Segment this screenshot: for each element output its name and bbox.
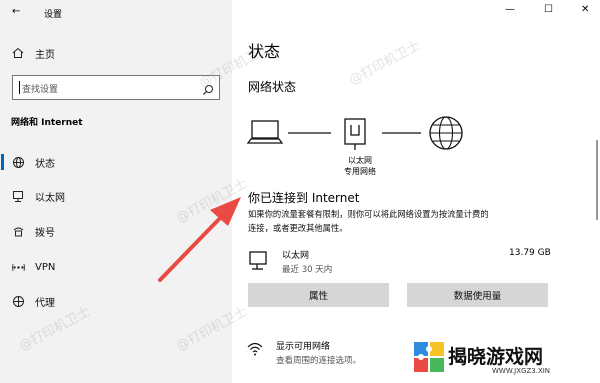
- site-brand: 揭晓游戏网: [448, 346, 544, 368]
- annotation-arrow: [158, 197, 241, 282]
- site-url: WWW.JXGZ3.XIN: [492, 367, 551, 375]
- site-logo: [412, 340, 446, 378]
- puzzle-logo-icon: [414, 342, 444, 372]
